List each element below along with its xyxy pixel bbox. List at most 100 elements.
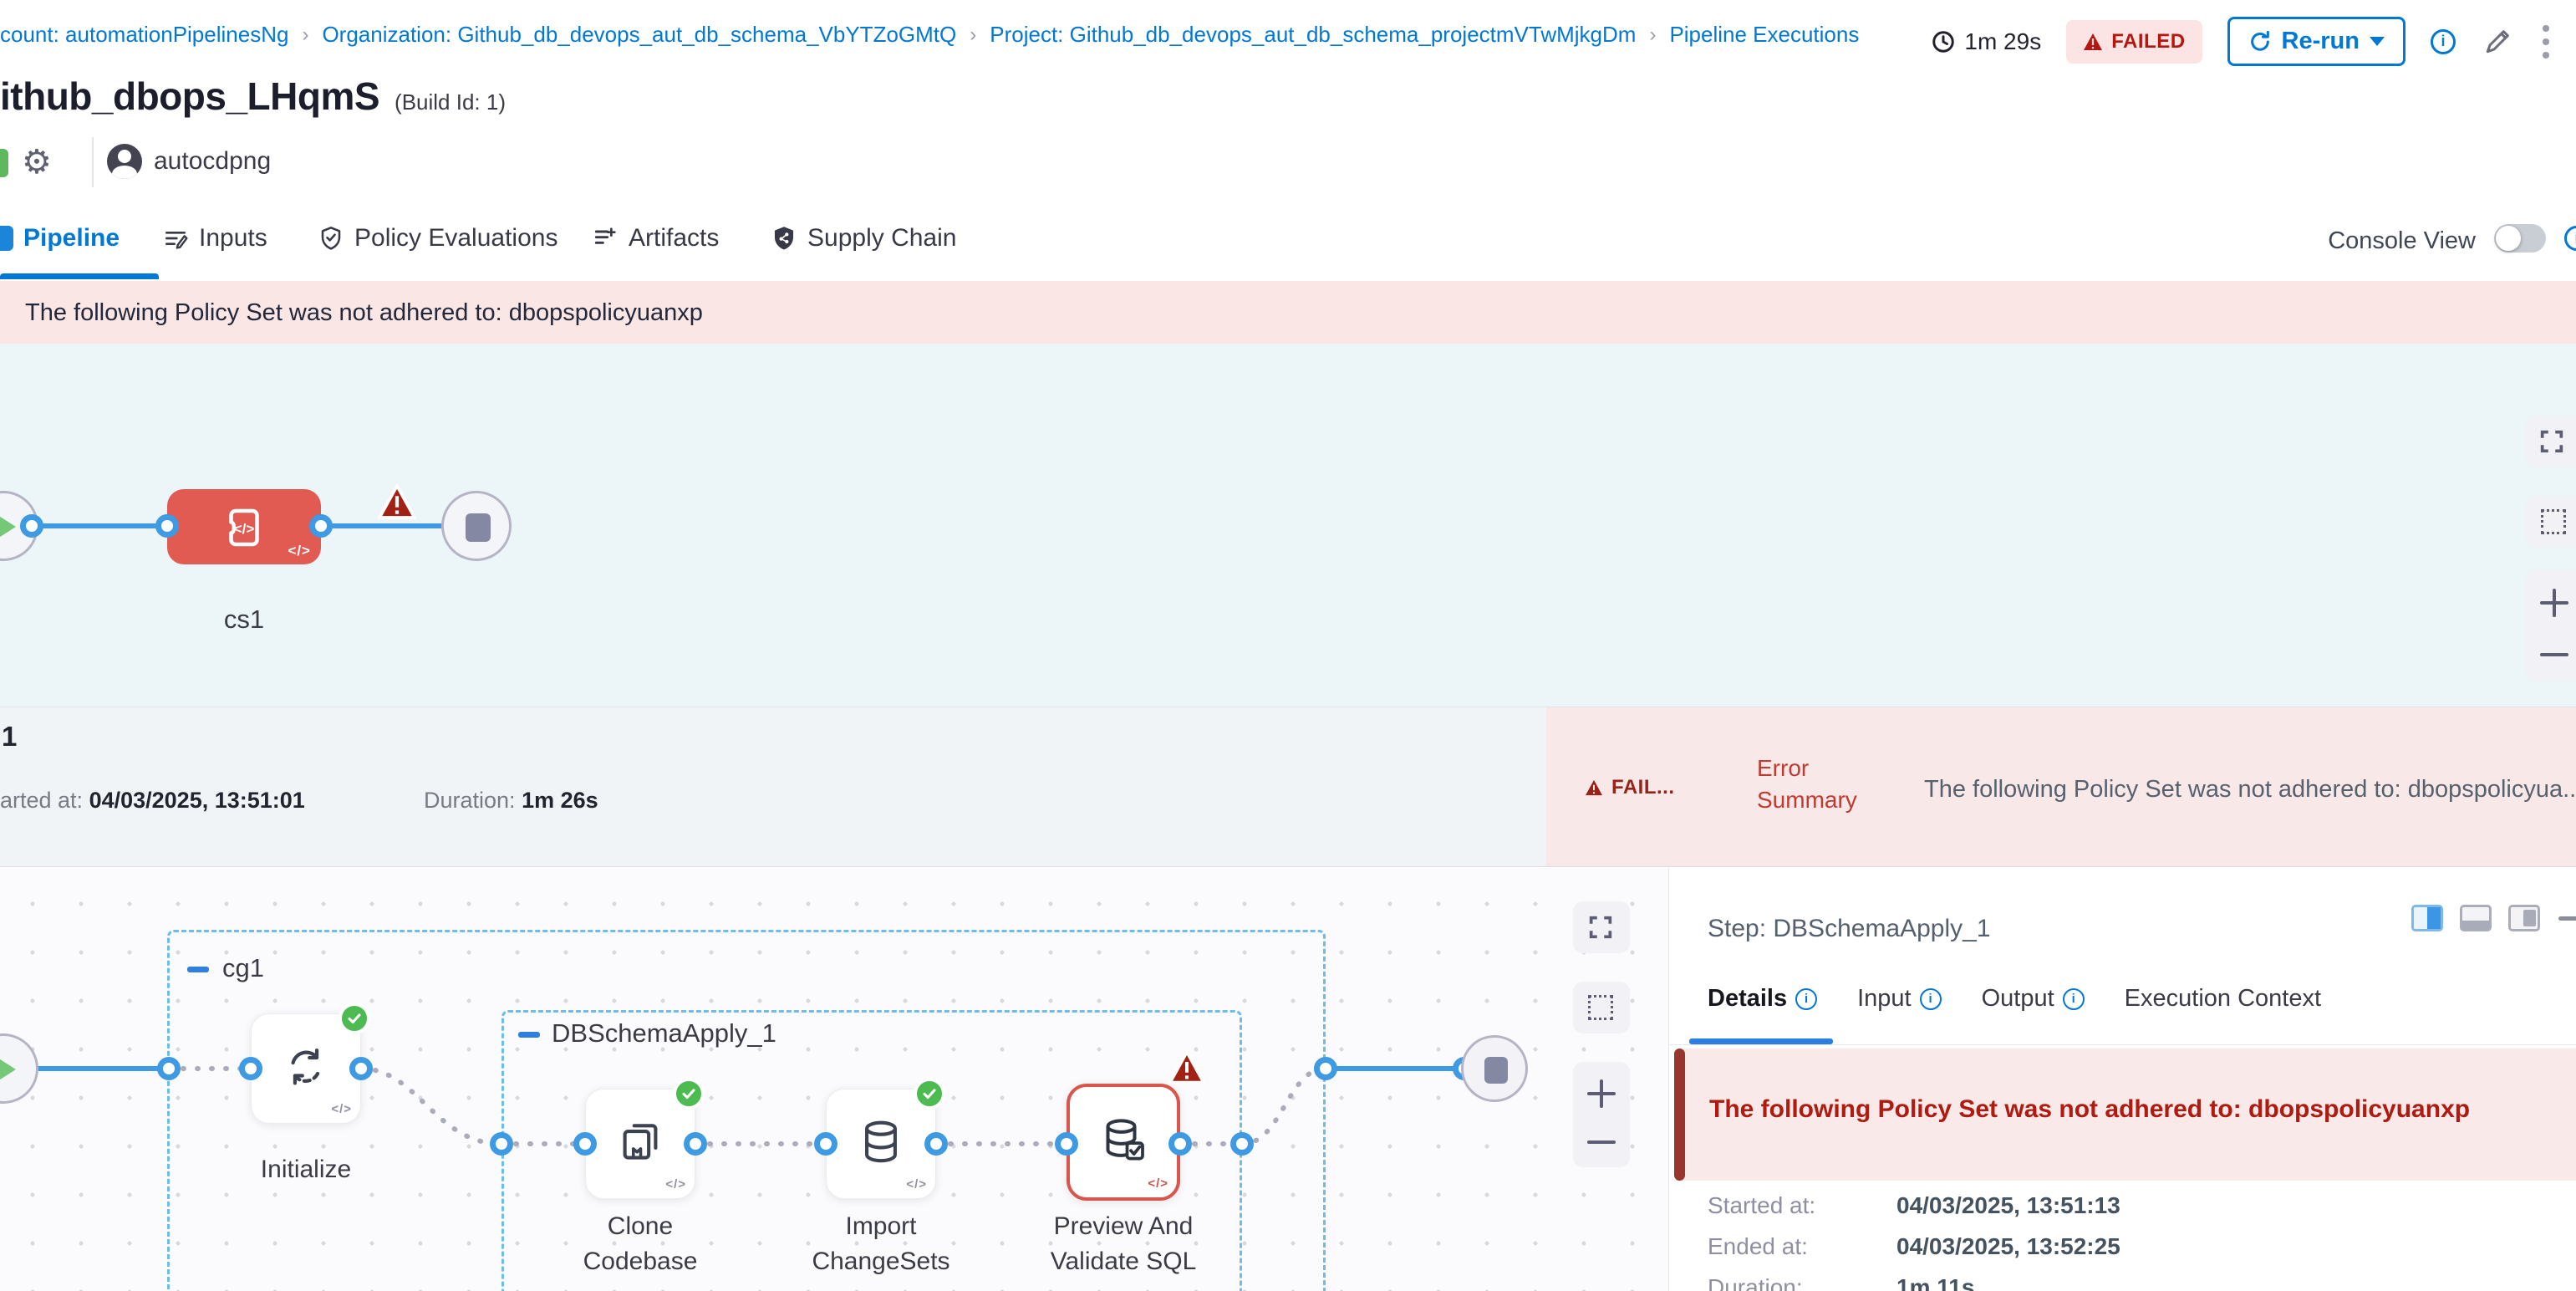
connector-port <box>1055 1132 1078 1156</box>
panel-tab-execution-context[interactable]: Execution Context <box>2125 985 2321 1013</box>
layout-bottom-view-icon[interactable] <box>2460 905 2492 931</box>
step-graph-canvas[interactable]: cg1 DBSchemaApply_1 <box>0 868 1668 1291</box>
step-initialize[interactable]: </> <box>251 1013 361 1124</box>
build-id: (Build Id: 1) <box>395 89 506 115</box>
svg-text:</>: </> <box>234 521 255 537</box>
connector-port <box>1168 1132 1192 1156</box>
panel-minimize-icon[interactable] <box>2558 916 2576 921</box>
connector-port <box>239 1057 262 1080</box>
zoom-control[interactable] <box>1573 1062 1630 1167</box>
status-badge: FAILED <box>2066 20 2202 64</box>
layout-split-view-icon[interactable] <box>2411 905 2443 931</box>
breadcrumb-separator: › <box>970 23 976 47</box>
panel-tabs: Details i Input i Output i Execution Con… <box>1708 985 2321 1013</box>
status-badge-text: FAILED <box>2111 30 2185 54</box>
policy-alert-banner: The following Policy Set was not adhered… <box>0 281 2576 344</box>
step-import-changesets[interactable]: </> <box>826 1089 936 1199</box>
connector-port <box>1314 1057 1337 1080</box>
connector-port <box>924 1132 948 1156</box>
panel-error-box: The following Policy Set was not adhered… <box>1676 1049 2576 1181</box>
breadcrumb-account[interactable]: count: automationPipelinesNg <box>0 22 288 48</box>
marquee-select-button[interactable] <box>1573 982 1630 1033</box>
step-success-badge <box>339 1003 370 1034</box>
fullscreen-button[interactable] <box>2526 416 2576 467</box>
stage-duration: Duration: 1m 26s <box>424 788 598 814</box>
more-options-icon[interactable] <box>2539 22 2553 62</box>
rerun-button[interactable]: Re-run <box>2227 17 2405 66</box>
connector-port <box>814 1132 837 1156</box>
breadcrumb-pipeline-executions[interactable]: Pipeline Executions <box>1669 22 1859 48</box>
breadcrumb-separator: › <box>1649 23 1656 47</box>
tab-artifacts[interactable]: Artifacts <box>592 224 719 253</box>
user-avatar-icon <box>107 144 142 179</box>
connector-port <box>1230 1132 1254 1156</box>
execution-duration: 1m 29s <box>1931 28 2041 55</box>
stage-node-cs1[interactable]: </> </> <box>167 489 321 564</box>
tab-policy-evaluations[interactable]: Policy Evaluations <box>318 224 557 253</box>
stage-fail-chip: FAIL... <box>1585 776 1675 799</box>
end-node <box>1461 1035 1528 1102</box>
tab-supply-chain-label: Supply Chain <box>807 224 956 253</box>
info-icon[interactable]: i <box>2431 29 2456 54</box>
tab-pipeline[interactable]: Pipeline <box>0 224 120 253</box>
zoom-out-icon[interactable] <box>2540 653 2568 656</box>
panel-duration-label: Duration: <box>1708 1274 1803 1291</box>
code-glyph: </> <box>331 1102 352 1116</box>
gear-icon[interactable]: ⚙ <box>22 140 52 184</box>
zoom-control[interactable] <box>2526 569 2576 681</box>
stop-icon <box>466 513 491 542</box>
database-icon <box>857 1118 905 1166</box>
panel-active-tab-underline <box>1689 1038 1833 1044</box>
breadcrumb-organization[interactable]: Organization: Github_db_devops_aut_db_sc… <box>322 22 956 48</box>
panel-tab-input[interactable]: Input i <box>1857 985 1942 1013</box>
play-icon <box>0 1058 16 1081</box>
info-icon[interactable]: i <box>1795 988 1817 1010</box>
info-icon[interactable]: i <box>2063 988 2085 1010</box>
fullscreen-button[interactable] <box>1573 901 1630 953</box>
layout-right-view-icon[interactable] <box>2508 905 2540 931</box>
code-glyph: </> <box>906 1177 927 1191</box>
stage-graph-canvas[interactable]: </> </> cs1 <box>0 344 2576 707</box>
step-label-initialize: Initialize <box>197 1152 415 1187</box>
clock-icon <box>1931 29 1956 54</box>
marquee-icon <box>2541 509 2566 534</box>
tab-supply-chain[interactable]: Supply Chain <box>771 224 956 253</box>
inputs-icon <box>162 225 189 252</box>
step-preview-validate-sql[interactable]: </> <box>1067 1084 1180 1201</box>
panel-tab-details[interactable]: Details i <box>1708 985 1817 1013</box>
info-icon[interactable]: i <box>1920 988 1942 1010</box>
panel-ended-label: Ended at: <box>1708 1233 1808 1260</box>
panel-tab-output[interactable]: Output i <box>1982 985 2085 1013</box>
stage-fail-text: FAIL... <box>1611 776 1675 799</box>
breadcrumb-separator: › <box>302 23 308 47</box>
shield-share-icon <box>771 225 797 252</box>
end-node <box>441 491 512 561</box>
custom-stage-icon: </> <box>217 501 271 554</box>
chevron-down-icon <box>2370 37 2385 46</box>
panel-duration-value: 1m 11s <box>1896 1274 1974 1291</box>
step-clone-codebase[interactable]: </> <box>585 1089 695 1199</box>
warning-icon <box>2083 33 2103 51</box>
stage-duration-value: 1m 26s <box>522 788 598 813</box>
tab-inputs[interactable]: Inputs <box>162 224 267 253</box>
panel-started-value: 04/03/2025, 13:51:13 <box>1896 1192 2120 1219</box>
breadcrumb: count: automationPipelinesNg › Organizat… <box>0 22 1859 48</box>
shield-check-icon <box>318 225 344 252</box>
info-icon-partial[interactable]: i <box>2564 226 2576 251</box>
console-view-toggle[interactable] <box>2494 224 2546 253</box>
panel-error-text: The following Policy Set was not adhered… <box>1709 1095 2470 1124</box>
edge-line <box>32 523 167 528</box>
rerun-button-label: Re-run <box>2282 28 2360 55</box>
breadcrumb-project[interactable]: Project: Github_db_devops_aut_db_schema_… <box>990 22 1636 48</box>
zoom-out-icon[interactable] <box>1587 1140 1616 1144</box>
step-details-panel: Step: DBSchemaApply_1 Details i Input i … <box>1668 868 2576 1291</box>
connector-port <box>490 1132 513 1156</box>
tab-pipeline-label: Pipeline <box>23 224 120 253</box>
edit-pencil-icon[interactable] <box>2481 25 2514 59</box>
execution-duration-text: 1m 29s <box>1964 28 2041 55</box>
divider <box>1669 1044 2576 1045</box>
pipeline-icon <box>0 226 13 251</box>
marquee-select-button[interactable] <box>2526 496 2576 548</box>
connector-port <box>684 1132 707 1156</box>
error-left-bar <box>1674 1049 1685 1181</box>
